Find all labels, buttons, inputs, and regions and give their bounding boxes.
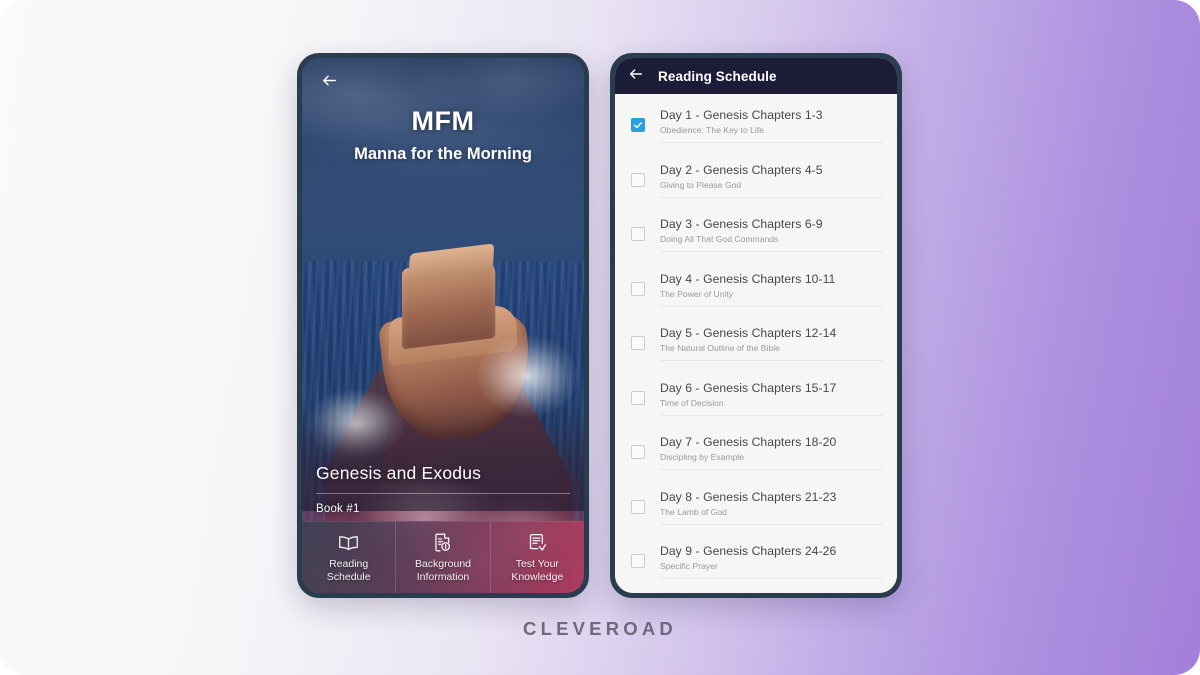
row-title: Day 9 - Genesis Chapters 24-26 [660, 544, 837, 558]
row-subtitle: Doing All That God Commands [660, 234, 779, 244]
brand-title: MFM [411, 106, 475, 136]
checklist-check-icon [527, 532, 548, 553]
row-title: Day 8 - Genesis Chapters 21-23 [660, 489, 837, 504]
row-checkbox[interactable] [631, 227, 645, 241]
list-item[interactable]: Day 5 - Genesis Chapters 12-14 The Natura… [615, 318, 897, 373]
brand-subtitle: Manna for the Morning [354, 145, 532, 163]
row-checkbox[interactable] [631, 118, 645, 132]
app-screen-book-detail: MFM Manna for the Morning Genesis and Ex… [302, 58, 584, 593]
row-subtitle: Discipling by Example [660, 452, 745, 462]
row-texts: Day 7 - Genesis Chapters 18-20 Discipling… [660, 435, 883, 470]
open-book-icon [338, 532, 359, 553]
tab-test-your-knowledge[interactable]: Test Your Knowledge [491, 522, 584, 593]
book-title: Genesis and Exodus [316, 463, 482, 483]
list-item[interactable]: Day 8 - Genesis Chapters 21-23 The Lamb o… [615, 482, 897, 537]
row-texts: Day 1 - Genesis Chapters 1-3 Obedience: T… [660, 108, 883, 143]
row-checkbox[interactable] [631, 172, 645, 187]
row-checkbox[interactable] [631, 390, 645, 405]
phone-mockup-left: MFM Manna for the Morning Genesis and Ex… [297, 53, 589, 598]
tab-reading-schedule[interactable]: Reading Schedule [302, 522, 397, 593]
back-button[interactable] [627, 68, 644, 85]
row-texts: Day 8 - Genesis Chapters 21-23 The Lamb o… [660, 490, 883, 525]
document-info-icon [432, 532, 453, 553]
check-icon [633, 122, 643, 129]
book-meta: Genesis and Exodus Book #1 [302, 463, 584, 515]
phone-mockup-right: Reading Schedule Day 1 - Genesis Chapter… [610, 53, 902, 598]
row-title: Day 6 - Genesis Chapters 15-17 [660, 380, 837, 395]
row-texts: Day 3 - Genesis Chapters 6-9 Doing All Th… [660, 217, 883, 252]
row-checkbox[interactable] [631, 336, 645, 350]
row-title: Day 4 - Genesis Chapters 10-11 [660, 271, 836, 286]
list-item[interactable]: Day 2 - Genesis Chapters 4-5 Giving to Pl… [615, 155, 897, 210]
row-texts: Day 4 - Genesis Chapters 10-11 The Power … [660, 272, 883, 307]
bottom-tab-bar: Reading Schedule Background Information … [302, 521, 584, 593]
page-title: Reading Schedule [658, 68, 777, 84]
row-texts: Day 9 - Genesis Chapters 24-26 Specific P… [660, 544, 883, 579]
row-texts: Day 2 - Genesis Chapters 4-5 Giving to Pl… [660, 163, 883, 198]
cleveroad-wordmark: CLEVEROAD [523, 618, 677, 639]
tab-label: Reading Schedule [326, 557, 371, 583]
row-title: Day 2 - Genesis Chapters 4-5 [660, 162, 823, 177]
list-item[interactable]: Day 4 - Genesis Chapters 10-11 The Power … [615, 264, 897, 319]
row-checkbox[interactable] [631, 499, 645, 514]
brand-block: MFM Manna for the Morning [302, 106, 584, 164]
row-title: Day 7 - Genesis Chapters 18-20 [660, 435, 837, 449]
list-item[interactable]: Day 7 - Genesis Chapters 18-20 Discipling… [615, 427, 897, 482]
app-screen-reading-schedule: Reading Schedule Day 1 - Genesis Chapter… [615, 58, 897, 593]
presentation-canvas: MFM Manna for the Morning Genesis and Ex… [0, 0, 1200, 675]
back-button[interactable] [316, 70, 342, 96]
background-grain [0, 0, 1200, 675]
app-bar: Reading Schedule [615, 58, 897, 94]
row-title: Day 3 - Genesis Chapters 6-9 [660, 217, 823, 231]
row-checkbox[interactable] [631, 281, 645, 296]
row-texts: Day 5 - Genesis Chapters 12-14 The Natura… [660, 326, 883, 361]
row-subtitle: Obedience: The Key to Life [660, 125, 764, 135]
row-subtitle: Giving to Please God [660, 179, 742, 190]
tab-background-information[interactable]: Background Information [396, 522, 491, 593]
list-item[interactable]: Day 3 - Genesis Chapters 6-9 Doing All Th… [615, 209, 897, 264]
row-title: Day 1 - Genesis Chapters 1-3 [660, 108, 823, 122]
divider [316, 493, 570, 494]
arrow-left-icon [321, 72, 338, 94]
row-subtitle: Specific Prayer [660, 561, 718, 571]
tab-label: Test Your Knowledge [511, 557, 564, 583]
row-texts: Day 6 - Genesis Chapters 15-17 Time of De… [660, 381, 883, 416]
list-item[interactable]: Day 9 - Genesis Chapters 24-26 Specific P… [615, 536, 897, 591]
row-subtitle: The Power of Unity [660, 288, 734, 299]
row-checkbox[interactable] [631, 554, 645, 568]
arrow-left-icon [628, 66, 644, 87]
book-number: Book #1 [316, 503, 360, 515]
list-item[interactable]: Day 1 - Genesis Chapters 1-3 Obedience: T… [615, 100, 897, 155]
tab-label: Background Information [414, 557, 472, 583]
row-checkbox[interactable] [631, 445, 645, 459]
row-title: Day 5 - Genesis Chapters 12-14 [660, 326, 837, 340]
row-subtitle: Time of Decision [660, 397, 724, 408]
list-item[interactable]: Day 6 - Genesis Chapters 15-17 Time of De… [615, 373, 897, 428]
row-subtitle: The Natural Outline of the Bible [660, 343, 780, 353]
row-subtitle: The Lamb of God [660, 506, 727, 517]
reading-schedule-list[interactable]: Day 1 - Genesis Chapters 1-3 Obedience: T… [615, 94, 897, 593]
